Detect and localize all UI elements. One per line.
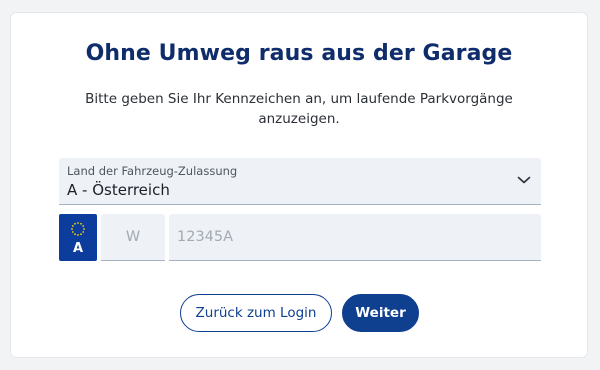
- next-button[interactable]: Weiter: [342, 294, 419, 332]
- country-select-value: A - Österreich: [67, 181, 170, 199]
- plate-country-letter: A: [72, 241, 84, 256]
- page-subtitle: Bitte geben Sie Ihr Kennzeichen an, um l…: [85, 91, 513, 127]
- eu-stars-icon: [71, 222, 85, 236]
- chevron-down-icon: [517, 176, 531, 184]
- page-title: Ohne Umweg raus aus der Garage: [85, 41, 513, 66]
- plate-number-input[interactable]: [169, 214, 541, 261]
- eu-plate-badge: A: [59, 214, 97, 261]
- country-select[interactable]: Land der Fahrzeug-Zulassung A - Österrei…: [59, 158, 541, 205]
- country-select-label: Land der Fahrzeug-Zulassung: [67, 164, 238, 178]
- parking-lookup-card: Ohne Umweg raus aus der Garage Bitte geb…: [10, 12, 588, 358]
- back-to-login-button[interactable]: Zurück zum Login: [180, 294, 332, 332]
- plate-district-input[interactable]: [101, 214, 165, 261]
